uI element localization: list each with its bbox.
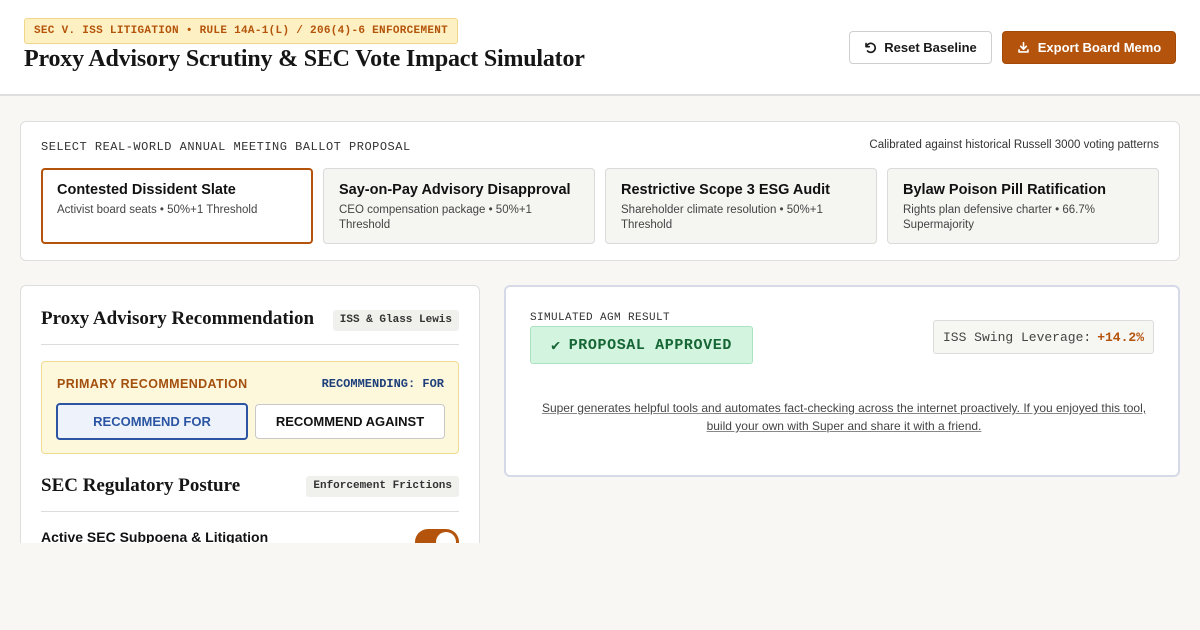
export-board-memo-label: Export Board Memo [1037,40,1162,55]
proposal-card-title: Bylaw Poison Pill Ratification [903,182,1107,198]
proposal-approved-badge: ✔ PROPOSAL APPROVED [530,326,753,364]
controls-panel[interactable]: Proxy Advisory Recommendation ISS & Glas… [20,285,480,543]
divider [41,344,459,345]
approved-text: PROPOSAL APPROVED [568,336,732,354]
litigation-tag: SEC V. ISS LITIGATION • RULE 14A-1(L) / … [24,18,459,44]
leverage-label: ISS Swing Leverage: [942,329,1092,345]
reset-baseline-button[interactable]: Reset Baseline [849,31,992,64]
reset-baseline-label: Reset Baseline [884,40,977,55]
recommendation-status: RECOMMENDING: FOR [321,377,444,391]
sec-subpoena-toggle[interactable] [415,529,459,543]
proposal-card-list: Contested Dissident Slate Activist board… [41,168,1159,244]
proposal-card-subtitle: Rights plan defensive charter • 66.7% Su… [903,204,1095,231]
proposal-card-subtitle: CEO compensation package • 50%+1 Thresho… [339,204,532,231]
reset-icon [865,42,877,54]
primary-recommendation-label: PRIMARY RECOMMENDATION [57,377,248,391]
proposal-card-subtitle: Shareholder climate resolution • 50%+1 T… [621,204,823,231]
proposal-card-title: Contested Dissident Slate [57,182,236,198]
ballot-proposal-panel: SELECT REAL-WORLD ANNUAL MEETING BALLOT … [20,121,1180,261]
sec-subpoena-label: Active SEC Subpoena & Litigation [41,529,269,543]
calibration-note: Calibrated against historical Russell 30… [869,139,1159,151]
divider [41,511,459,512]
advisory-section-title: Proxy Advisory Recommendation [41,308,315,329]
advisory-badge: ISS & Glass Lewis [332,310,459,331]
promo-link[interactable]: Super generates helpful tools and automa… [542,401,1146,433]
proposal-card-title: Say-on-Pay Advisory Disapproval [339,182,571,198]
proposal-card-say-on-pay[interactable]: Say-on-Pay Advisory Disapproval CEO comp… [323,168,595,244]
toggle-knob [436,532,456,543]
proposal-card-title: Restrictive Scope 3 ESG Audit [621,182,830,198]
iss-swing-leverage: ISS Swing Leverage: +14.2% [933,320,1154,354]
leverage-value: +14.2% [1097,329,1145,345]
check-icon: ✔ [551,337,561,355]
page-title: Proxy Advisory Scrutiny & SEC Vote Impac… [24,46,585,72]
proposal-section-label: SELECT REAL-WORLD ANNUAL MEETING BALLOT … [41,140,411,154]
recommend-for-button[interactable]: RECOMMEND FOR [56,403,248,440]
enforcement-badge: Enforcement Frictions [306,476,459,497]
recommend-against-button[interactable]: RECOMMEND AGAINST [255,404,445,439]
proposal-card-subtitle: Activist board seats • 50%+1 Threshold [57,204,258,216]
proposal-card-dissident-slate[interactable]: Contested Dissident Slate Activist board… [41,168,313,244]
promo-text: Super generates helpful tools and automa… [530,399,1158,435]
proposal-card-esg-audit[interactable]: Restrictive Scope 3 ESG Audit Shareholde… [605,168,877,244]
export-board-memo-button[interactable]: Export Board Memo [1002,31,1176,64]
app-header: SEC V. ISS LITIGATION • RULE 14A-1(L) / … [0,0,1200,96]
primary-recommendation-box: PRIMARY RECOMMENDATION RECOMMENDING: FOR… [41,361,459,454]
result-panel: SIMULATED AGM RESULT ✔ PROPOSAL APPROVED… [504,285,1180,477]
download-icon [1017,41,1029,53]
regulatory-section-title: SEC Regulatory Posture [41,475,241,496]
agm-result-label: SIMULATED AGM RESULT [530,312,671,324]
proposal-card-poison-pill[interactable]: Bylaw Poison Pill Ratification Rights pl… [887,168,1159,244]
